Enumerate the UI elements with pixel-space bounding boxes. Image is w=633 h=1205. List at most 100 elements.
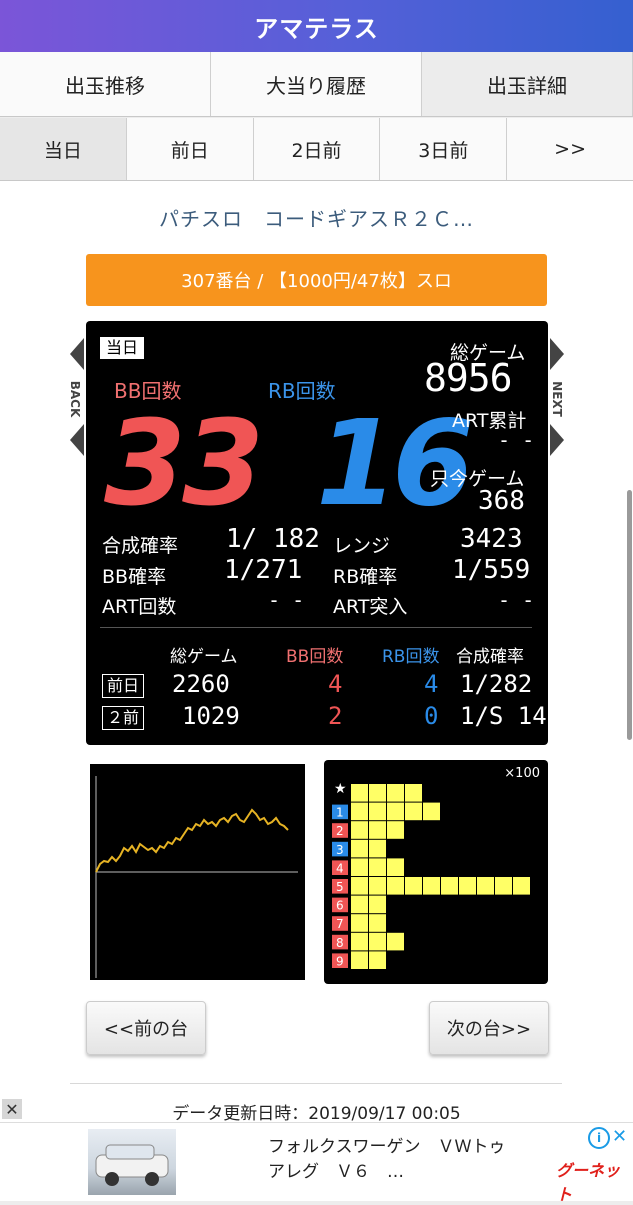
next-label[interactable]: NEXT (550, 374, 564, 424)
range-label: レンジ (333, 535, 391, 557)
tab-2-days-ago[interactable]: 2日前 (253, 118, 381, 180)
histogram-row-label: 2 (336, 824, 344, 838)
art-count-label: ART回数 (102, 596, 177, 618)
ad-text[interactable]: フォルクスワーゲン ＶＷトゥアレグ Ｖ６ … (268, 1135, 518, 1185)
histogram-cell (423, 877, 440, 895)
histogram-row-label: 4 (336, 861, 344, 875)
prev-machine-button[interactable]: <<前の台 (86, 1001, 206, 1055)
app-header: アマテラス (0, 0, 633, 52)
jackpot-histogram: ×100 ★ 123456789 (324, 760, 548, 984)
total-game-value: 8956 (424, 356, 513, 400)
tab-yesterday[interactable]: 前日 (126, 118, 254, 180)
histogram-cell (387, 784, 404, 802)
ad-logo: グーネット (556, 1161, 621, 1204)
history-header-bb: BB回数 (286, 647, 344, 667)
next-machine-button[interactable]: 次の台>> (429, 1001, 549, 1055)
histogram-cell (369, 877, 386, 895)
histogram-cell (423, 802, 440, 821)
histogram-cell (441, 877, 458, 895)
history-row-games: 1029 (182, 702, 240, 730)
histogram-cell (405, 877, 422, 895)
histogram-cell (369, 951, 386, 969)
histogram-cell (369, 802, 386, 821)
history-row-day: 前日 (102, 674, 145, 698)
today-badge: 当日 (100, 337, 145, 359)
ad-info-icon[interactable]: i (588, 1127, 610, 1149)
panel-divider (100, 627, 532, 628)
art-total-value: - - (498, 428, 535, 452)
day-tab-bar: 当日 前日 2日前 3日前 >> (0, 118, 633, 181)
history-header-prob: 合成確率 (456, 647, 524, 667)
histogram-cell (351, 839, 368, 858)
histogram-cell (351, 951, 368, 969)
ad-close-icon[interactable]: ✕ (2, 1099, 22, 1119)
tab-3-days-ago[interactable]: 3日前 (380, 118, 508, 180)
back-label[interactable]: BACK (68, 374, 82, 424)
histogram-cell (369, 784, 386, 802)
combined-prob-label: 合成確率 (102, 535, 179, 557)
histogram-cell (369, 895, 386, 914)
histogram-row-label: 9 (336, 954, 344, 968)
tab-payout-detail[interactable]: 出玉詳細 (422, 52, 633, 116)
histogram-cell (351, 877, 368, 895)
history-row-prob: 1/S 14 (460, 702, 547, 730)
histogram-cell (351, 784, 368, 802)
histogram-cell (459, 877, 476, 895)
histogram-cell (369, 839, 386, 858)
histogram-cell (387, 802, 404, 821)
history-row-games: 2260 (172, 670, 230, 698)
history-row-rb: 4 (424, 670, 439, 698)
app-title: アマテラス (254, 14, 379, 43)
tab-today[interactable]: 当日 (0, 118, 127, 180)
history-row-day: ２前 (102, 706, 145, 730)
tab-jackpot-history[interactable]: 大当り履歴 (211, 52, 422, 116)
ad-banner[interactable]: フォルクスワーゲン ＶＷトゥアレグ Ｖ６ … グーネット i ✕ (0, 1122, 633, 1204)
histogram-cell (405, 784, 422, 802)
histogram-cell (369, 914, 386, 932)
histogram-cell (387, 932, 404, 951)
scrollbar[interactable] (627, 490, 632, 740)
histogram-row-label: 5 (336, 880, 344, 894)
art-entry-value: - - (498, 588, 535, 612)
histogram-cell (387, 821, 404, 839)
footer-divider (70, 1083, 562, 1084)
histogram-cell (513, 877, 530, 895)
histogram-row-label: 3 (336, 843, 344, 857)
payout-graph-svg (95, 776, 298, 978)
rb-count-value: 16 (316, 394, 474, 532)
bb-prob-value: 1/271 (224, 555, 303, 585)
histogram-cell (477, 877, 494, 895)
history-row-prob: 1/282 (460, 670, 533, 698)
histogram-cell (369, 858, 386, 876)
histogram-cell (351, 895, 368, 914)
histogram-cell (351, 802, 368, 821)
art-count-value: - - (268, 588, 305, 612)
histogram-svg: 1 2 3 4 5 6 7 8 9 (332, 784, 530, 969)
current-game-value: 368 (478, 486, 525, 516)
machine-name[interactable]: パチスロ コードギアスＲ２Ｃ… (0, 203, 633, 232)
history-header-games: 総ゲーム (170, 647, 238, 667)
history-row-bb: 2 (328, 702, 343, 730)
payout-line (95, 808, 289, 873)
ad-dismiss-icon[interactable]: ✕ (612, 1126, 627, 1147)
rb-prob-label: RB確率 (333, 566, 398, 588)
histogram-row-label: 8 (336, 936, 344, 950)
histogram-cell (351, 914, 368, 932)
car-icon (95, 1144, 169, 1186)
histogram-cell (387, 858, 404, 876)
combined-prob-value: 1/ 182 (226, 524, 320, 554)
histogram-row-label: 7 (336, 917, 344, 931)
histogram-cell (495, 877, 512, 895)
tab-more-days[interactable]: >> (507, 118, 633, 180)
range-value: 3423 (460, 524, 523, 554)
bb-count-value: 33 (104, 394, 264, 532)
tab-payout-trend[interactable]: 出玉推移 (0, 52, 211, 116)
history-row-rb: 0 (424, 702, 439, 730)
ad-car-image[interactable] (88, 1129, 176, 1195)
machine-info-bar: 307番台 / 【1000円/47枚】スロ (86, 254, 547, 306)
payout-graph (86, 760, 309, 984)
histogram-cell (351, 821, 368, 839)
payout-graph-area (90, 764, 305, 980)
rb-prob-value: 1/559 (452, 555, 531, 585)
histogram-cell (405, 802, 422, 821)
